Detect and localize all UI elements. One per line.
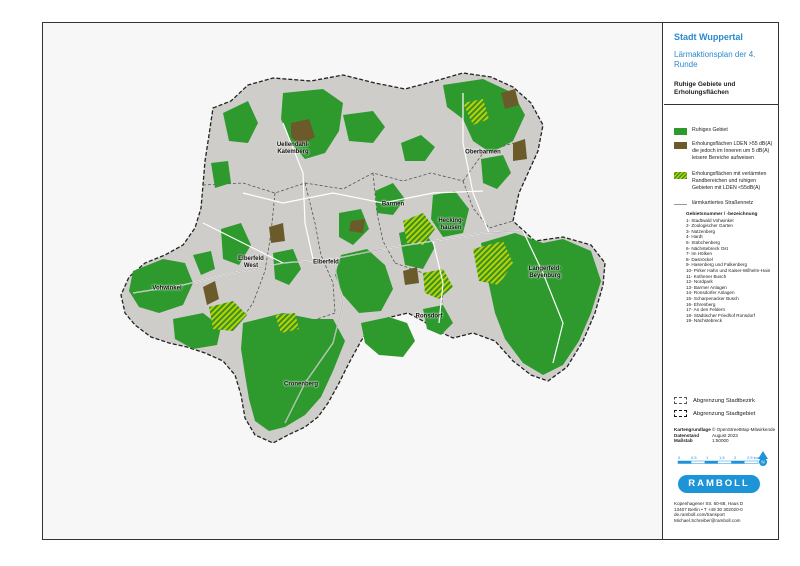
area-item: 10- Pirker Hahn und Kaiser-Wilhelm-Hain [686,267,771,273]
scale-tick-label: 1,5 [719,455,725,460]
north-label: N [761,460,764,465]
scale-tick-label: 0 [678,455,681,460]
district-label: Hecking- hausen [438,218,464,231]
legend-city-boundary: Abgrenzung Stadtgebiet [674,410,755,417]
legend-label: Erholungsflächen LDEN >55 dB(A) die jedo… [692,141,773,162]
city-map[interactable] [43,23,663,539]
district-label: Langerfeld- Beyenburg [528,266,562,279]
map-title: Stadt Wuppertal [674,32,743,42]
district-label: Uellendahl- Katemberg [276,142,310,155]
legend-item-road: lärmkartiertes Straßennetz [674,200,778,207]
legend-label: Erholungsflächen mit verlärmten Randbere… [692,171,767,192]
map-frame[interactable]: Uellendahl- Katemberg Oberbarmen Barmen … [43,23,663,539]
map-sheet: Uellendahl- Katemberg Oberbarmen Barmen … [42,22,779,540]
district-label: Elberfeld [313,259,339,266]
legend-district-boundary: Abgrenzung Stadtbezirk [674,397,755,404]
legend-label: lärmkartiertes Straßennetz [692,200,754,206]
legend-label: Ruhiges Gebiet [692,127,728,133]
recreation-hatched-swatch [674,172,687,179]
district-label: Elberfeld West [238,256,264,269]
plan-title: Ruhige Gebiete und Erholungsflächen [674,81,736,96]
legend-label: Abgrenzung Stadtbezirk [693,397,755,404]
quiet-area-swatch [674,128,687,135]
basis-value: 1:50000 [712,438,729,444]
legend-item-hatched: Erholungsflächen mit verlärmten Randbere… [674,171,778,193]
area-list: Gebietsnummer / -bezeichnung 1- Stadtwal… [686,212,780,324]
district-boundary-swatch [674,397,687,404]
contact-line[interactable]: Michael.Schreiber@ramboll.com [674,518,778,524]
district-label: Vohwinkel [152,285,182,292]
district-label: Barmen [381,201,405,208]
district-label: Oberbarmen [465,149,501,156]
scale-tick-label: 1 [706,455,709,460]
recreation-inner-quiet-swatch [674,142,687,149]
legend-item-inner-quiet: Erholungsflächen LDEN >55 dB(A) die jedo… [674,141,778,163]
contact-info: Kopenhagener Str. 60-68, Haus D 13407 Be… [674,501,778,523]
map-subtitle: Lärmaktionsplan der 4. Runde [674,50,756,69]
basis-label: Maßstab [674,438,693,444]
north-arrow-icon: N [758,451,768,466]
district-label: Cronenberg [283,381,319,388]
ramboll-logo[interactable]: RAMBOLL [678,475,760,493]
city-boundary-swatch [674,410,687,417]
legend-label: Abgrenzung Stadtgebiet [693,410,756,417]
district-label: Ronsdorf [415,313,443,320]
legend-item-quiet: Ruhiges Gebiet [674,127,778,135]
scale-tick-label: 0,5 [691,455,697,460]
map-basis: Kartengrundlage © OpenStreetMap-Mitwirke… [674,427,778,444]
road-network-swatch [674,204,687,205]
legend-panel: Stadt Wuppertal Lärmaktionsplan der 4. R… [664,23,778,539]
area-item: 19- Nächstebreck [686,318,723,324]
scale-tick-label: 2 [734,455,737,460]
